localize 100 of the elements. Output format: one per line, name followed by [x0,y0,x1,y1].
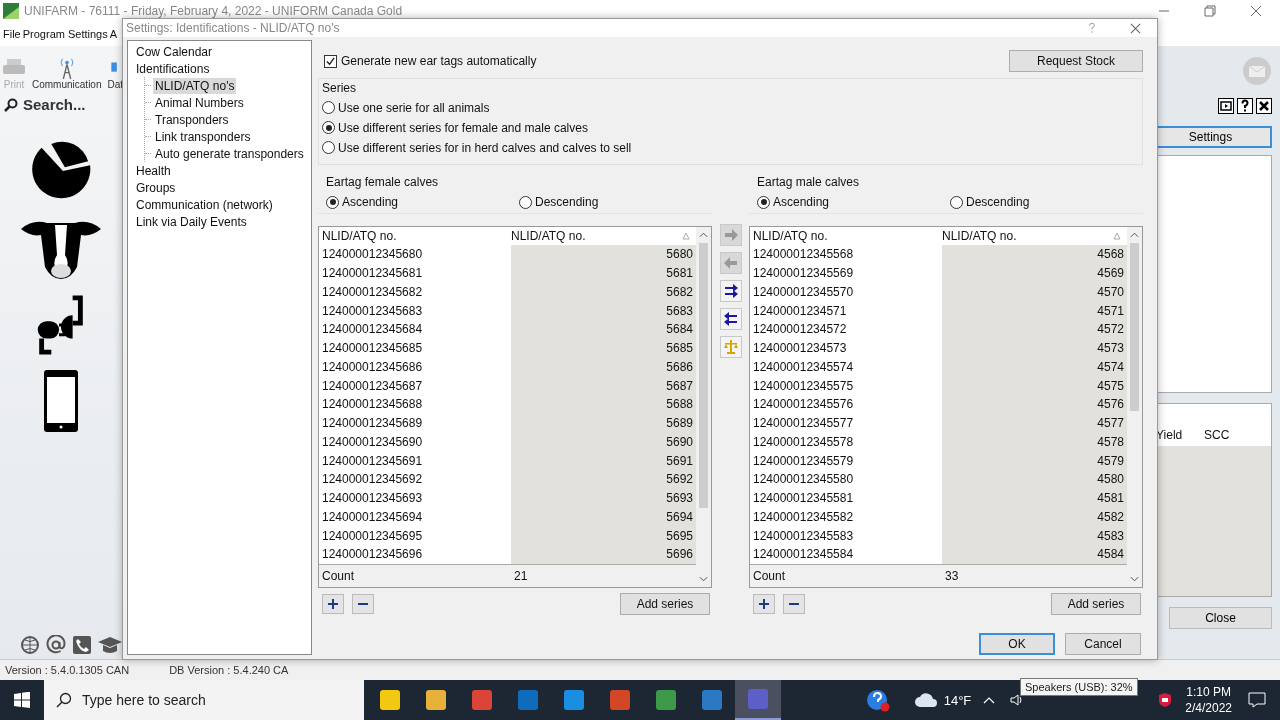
graduation-cap-icon[interactable] [98,635,122,655]
scroll-down-icon[interactable] [1130,576,1139,582]
weather-text[interactable]: 14°F [943,692,972,708]
remove-button[interactable] [352,594,374,614]
close-icon[interactable] [1256,98,1272,114]
column-header[interactable]: NLID/ATQ no. [750,227,939,245]
tree-item[interactable]: Communication (network) [134,196,275,213]
radio-button[interactable] [757,195,770,209]
tree-item[interactable]: Animal Numbers [153,94,246,111]
radio-label[interactable]: Ascending [773,195,830,209]
search-field[interactable]: Search... [23,96,118,113]
table-cell-text: 124000012345692 [321,471,424,489]
radio-label[interactable]: Use different series for female and male calves [338,120,588,135]
phone-icon[interactable] [72,635,92,655]
table-cell-text: 124000012345681 [321,265,424,283]
radio-button[interactable] [322,141,335,154]
add-button[interactable] [753,594,775,614]
clock-time[interactable]: 1:10 PM [1186,685,1231,699]
taskbar-search-field[interactable]: Type here to search [44,680,364,720]
radio-label[interactable]: Use different series for in herd calves and calves to sell [338,140,632,155]
phone-icon[interactable] [43,369,79,433]
radio-label[interactable]: Descending [966,195,1030,209]
double-arrow-left-icon [722,311,739,327]
column-header[interactable]: NLID/ATQ no. [508,227,696,245]
window-title: UNIFARM - 76111 - Friday, February 4, 2022 - UNIFORM Canada Gold [24,4,403,18]
search-icon [56,692,72,708]
checkbox[interactable] [324,54,337,68]
scrollbar[interactable] [696,227,711,587]
radio-label[interactable]: Descending [535,195,599,209]
arrow-button[interactable] [719,308,742,330]
panel-title: Eartag female calves [325,174,440,191]
radio-label[interactable]: Use one serie for all animals [338,100,490,115]
tree-item[interactable]: NLID/ATQ no's [153,77,237,94]
scroll-up-icon[interactable] [1130,232,1139,238]
help-icon[interactable] [1237,98,1253,114]
table-cell: 5691 [511,451,696,470]
radio-button[interactable] [519,195,532,209]
tree-item[interactable]: Link transponders [153,128,253,145]
arrow-right-icon [722,227,739,243]
count-label: Count [321,568,356,585]
tree-item[interactable]: Auto generate transponders [153,145,306,162]
table-cell: 5687 [511,376,696,395]
table-cell-text: 124000012345682 [321,283,424,301]
checkbox-label[interactable]: Generate new ear tags automatically [341,54,537,68]
table-cell: 4575 [942,376,1127,395]
table-cell: 5695 [511,526,696,545]
menu-item[interactable]: File [3,28,21,40]
request-stock-button[interactable]: Request Stock [1009,50,1143,72]
tree-item[interactable]: Health [134,162,173,179]
cancel-button[interactable]: Cancel [1065,633,1141,655]
windows-start-icon[interactable] [14,692,30,708]
close-button[interactable]: Close [1169,607,1272,629]
notification-icon[interactable] [1248,692,1266,708]
restore-icon[interactable] [1204,5,1216,17]
column-header[interactable]: SCC [1204,428,1252,442]
help-icon[interactable] [865,688,890,712]
globe-icon[interactable] [20,635,40,655]
radio-button[interactable] [326,195,339,209]
column-header[interactable]: NLID/ATQ no. [939,227,1127,245]
toolbar-label[interactable]: Dat [107,79,124,90]
remove-button[interactable] [783,594,805,614]
tree-item[interactable]: Identifications [134,60,212,77]
table-cell-text: 124000012345569 [752,265,855,283]
table-cell: 5692 [511,470,696,489]
scroll-down-icon[interactable] [699,576,708,582]
radio-button[interactable] [322,101,335,114]
scrollbar[interactable] [1127,227,1142,587]
count-value: 21 [513,568,529,585]
shield-icon[interactable] [1157,692,1174,708]
tree-item[interactable]: Cow Calendar [134,43,215,60]
scroll-up-icon[interactable] [699,232,708,238]
menu-item[interactable]: A [109,28,118,40]
tree-item[interactable]: Link via Daily Events [134,213,249,230]
tree-item[interactable]: Groups [134,179,178,196]
count-value: 33 [944,568,960,585]
radio-label[interactable]: Ascending [342,195,399,209]
radio-button[interactable] [322,121,335,134]
video-icon[interactable] [1218,98,1234,114]
table-cell-text: 124000012345688 [321,396,424,414]
toolbar-label[interactable]: Communication [32,79,102,90]
add-button[interactable] [322,594,344,614]
column-header[interactable]: NLID/ATQ no. [319,227,508,245]
arrow-left-icon [722,255,739,271]
add-series-button[interactable]: Add series [620,593,710,615]
count-label: Count [752,568,787,585]
tree-item[interactable]: Transponders [153,111,231,128]
at-icon[interactable] [46,635,66,655]
table-cell-text: 124000012345584 [752,546,855,564]
clock-date[interactable]: 2/4/2022 [1185,701,1232,715]
column-header[interactable]: Yield [1156,428,1204,442]
ok-button[interactable]: OK [979,633,1055,655]
double-arrow-right-icon [722,283,739,299]
table-cell-text: 124000012345685 [321,340,424,358]
radio-button[interactable] [950,195,963,209]
menu-item[interactable]: Program Settings [22,28,108,40]
table-cell-text: 124000012345581 [752,490,855,508]
plus-icon [328,599,338,609]
arrow-button[interactable] [719,280,742,302]
dialog-title: Settings: Identifications - NLID/ATQ no's [126,21,341,35]
add-series-button[interactable]: Add series [1051,593,1141,615]
